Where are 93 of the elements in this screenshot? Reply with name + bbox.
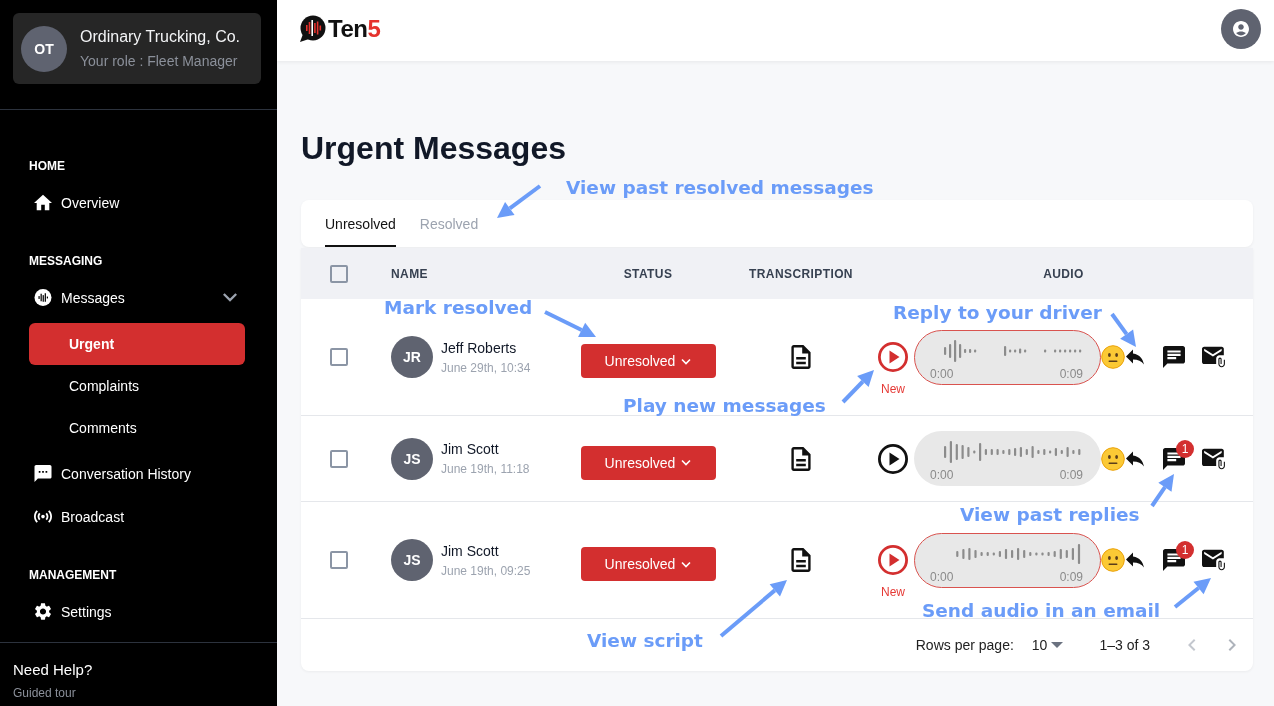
logo-icon [298, 15, 326, 43]
user-role: Your role : Fleet Manager [80, 52, 239, 70]
callout-text: Send audio in an email [922, 600, 1161, 622]
start-time: 0:00 [930, 467, 954, 483]
driver-name: Jim Scott [441, 541, 500, 560]
callout-arrow [1173, 576, 1213, 609]
caret-icon [1051, 642, 1064, 648]
duration: 0:09 [1059, 467, 1083, 483]
chevron-down-icon[interactable] [223, 293, 237, 302]
status-dropdown[interactable]: Unresolved [580, 547, 716, 581]
reply-count: 1 [1176, 541, 1194, 559]
callout-arrow [495, 184, 542, 220]
driver-avatar: JS [391, 437, 433, 480]
new-label: New [881, 584, 905, 601]
chat-bubble-icon [34, 465, 52, 482]
callout-text: Reply to your driver [893, 302, 1102, 324]
organization-card[interactable]: OT Ordinary Trucking, Co. Your role : Fleet Manager [13, 13, 261, 84]
nav-item[interactable]: Messages [29, 276, 245, 319]
section-heading: HOME [29, 158, 66, 174]
callout-arrow [543, 310, 598, 340]
organization-name: Ordinary Trucking, Co. [80, 27, 241, 47]
reply-icon[interactable] [1126, 450, 1144, 467]
row-checkbox[interactable] [330, 449, 348, 468]
sound-wave-icon [34, 289, 52, 306]
document-icon[interactable] [790, 548, 812, 572]
page-title: Urgent Messages [301, 129, 567, 168]
column-header: STATUS [622, 266, 674, 281]
broadcast-icon [34, 508, 52, 525]
document-icon[interactable] [790, 345, 812, 369]
start-time: 0:00 [930, 568, 954, 585]
nav-subitem[interactable]: Complaints [29, 365, 245, 407]
rows-per-page-select[interactable]: 10 [1031, 637, 1064, 653]
message-time: June 19th, 09:25 [441, 562, 531, 579]
reply-icon[interactable] [1126, 349, 1144, 365]
row-checkbox[interactable] [330, 348, 348, 366]
organization-avatar: OT [21, 25, 67, 72]
duration: 0:09 [1059, 365, 1083, 382]
neutral-face-icon [1101, 345, 1125, 369]
message-time: June 29th, 10:34 [441, 359, 531, 376]
status-dropdown[interactable]: Unresolved [580, 344, 716, 378]
neutral-face-icon [1101, 446, 1125, 471]
nav-item[interactable]: Settings [29, 590, 245, 633]
callout-text: View past replies [960, 504, 1140, 526]
callout-text: View past resolved messages [566, 177, 874, 199]
reply-icon[interactable] [1126, 552, 1144, 568]
callout-arrow [719, 578, 789, 638]
reply-count: 1 [1176, 439, 1194, 458]
callout-arrow [841, 368, 876, 404]
nav-item[interactable]: Conversation History [29, 452, 245, 495]
driver-avatar: JR [391, 336, 433, 378]
driver-name: Jeff Roberts [441, 338, 518, 357]
nav-subitem[interactable]: Urgent [29, 323, 245, 365]
chat-icon[interactable] [1163, 346, 1185, 368]
logo-wordmark: Ten5 [328, 15, 381, 43]
document-icon[interactable] [790, 446, 812, 471]
driver-avatar: JS [391, 539, 433, 581]
chevron-down-icon [681, 357, 692, 365]
new-label: New [881, 381, 905, 398]
account-icon[interactable] [1221, 9, 1261, 49]
duration: 0:09 [1059, 568, 1083, 585]
settings-icon [34, 603, 52, 620]
callout-text: Play new messages [623, 395, 826, 417]
waveform-icon [943, 438, 1083, 466]
status-dropdown[interactable]: Unresolved [580, 445, 716, 480]
callout-arrow [1150, 472, 1176, 508]
column-header: AUDIO [1042, 266, 1085, 281]
driver-name: Jim Scott [441, 440, 500, 458]
callout-text: View script [587, 630, 703, 652]
home-icon [34, 194, 52, 211]
neutral-face-icon [1101, 548, 1125, 572]
help-title: Need Help? [13, 660, 94, 680]
select-all-checkbox[interactable] [330, 264, 348, 283]
callout-arrow [1110, 312, 1138, 349]
chevron-down-icon [681, 560, 692, 568]
start-time: 0:00 [930, 365, 954, 382]
nav-item[interactable]: Broadcast [29, 495, 245, 538]
page-range: 1–3 of 3 [1099, 637, 1150, 653]
section-heading: MESSAGING [29, 253, 104, 269]
rows-per-page-label: Rows per page: [915, 637, 1014, 653]
mail-attachment-icon[interactable] [1202, 447, 1226, 470]
mail-attachment-icon[interactable] [1202, 346, 1226, 368]
guided-tour-link[interactable]: Guided tour [13, 685, 264, 701]
play-icon[interactable] [878, 443, 908, 474]
callout-text: Mark resolved [384, 297, 533, 319]
column-header: NAME [391, 266, 429, 281]
nav-item[interactable]: Overview [29, 181, 245, 224]
message-time: June 19th, 11:18 [441, 461, 530, 477]
row-checkbox[interactable] [330, 551, 348, 569]
mail-attachment-icon[interactable] [1202, 549, 1226, 571]
nav-subitem[interactable]: Comments [29, 407, 245, 449]
chevron-down-icon [681, 459, 692, 466]
section-heading: MANAGEMENT [29, 567, 118, 583]
column-header: TRANSCRIPTION [748, 266, 854, 281]
